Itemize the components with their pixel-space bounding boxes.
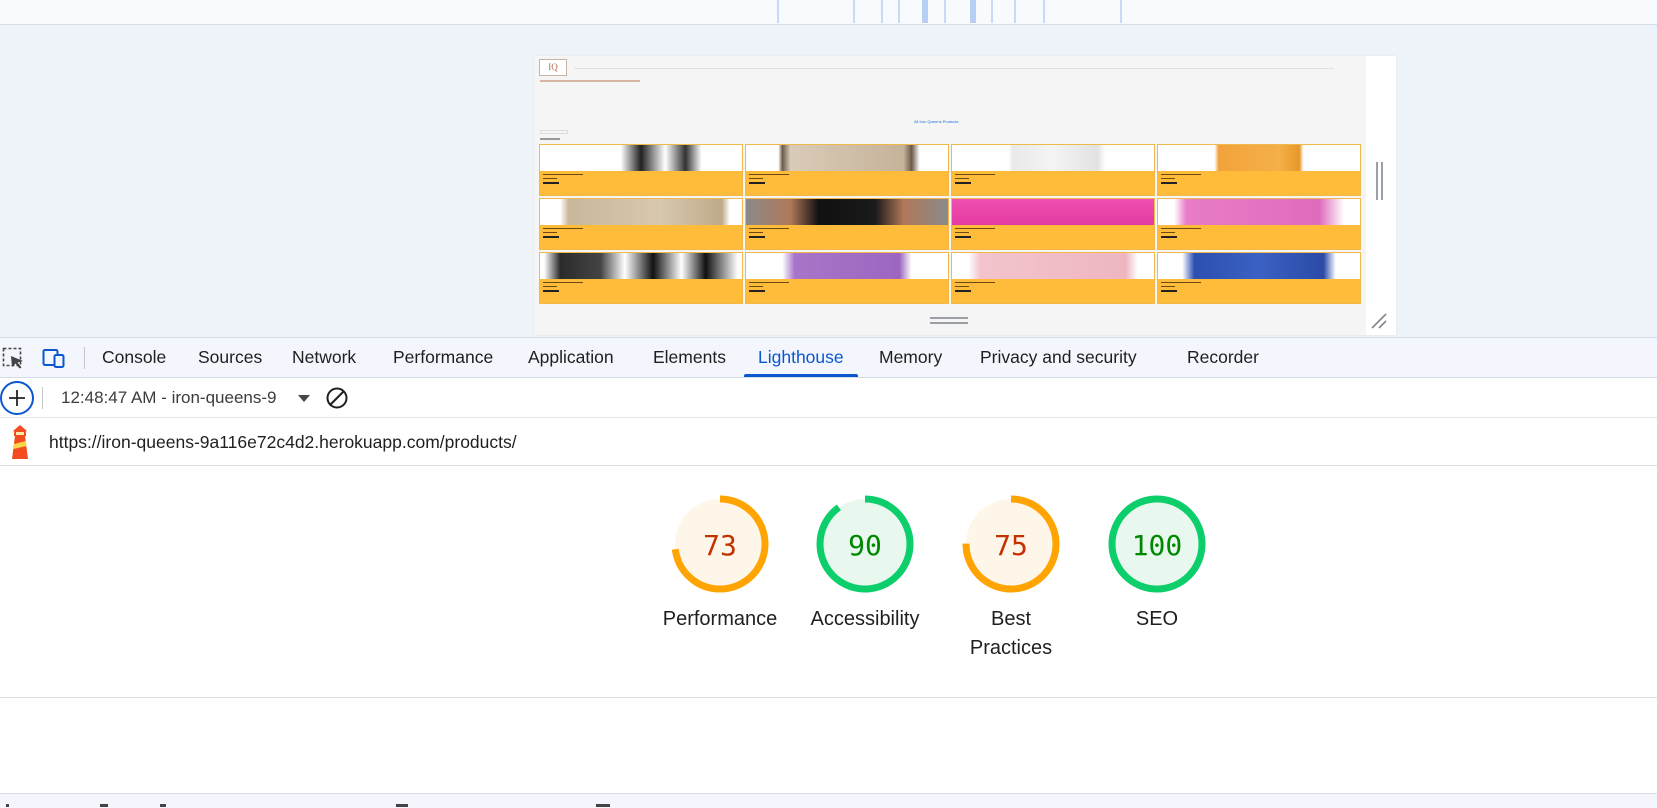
score-label: Performance: [662, 608, 778, 630]
tab-memory[interactable]: Memory: [879, 338, 942, 377]
product-image: [1158, 253, 1360, 279]
timeline-mark: [1014, 0, 1016, 23]
drawer-glyph: [396, 804, 408, 807]
score-ring: 90: [816, 495, 914, 593]
score-value: 75: [994, 529, 1028, 562]
tab-application[interactable]: Application: [528, 338, 614, 377]
product-image: [1158, 145, 1360, 171]
product-image: [540, 145, 742, 171]
score-value: 90: [848, 529, 882, 562]
tab-lighthouse[interactable]: Lighthouse: [744, 338, 858, 377]
lighthouse-logo-icon: [12, 425, 28, 459]
drawer-glyph: [160, 804, 166, 807]
product-card: [1157, 252, 1361, 304]
product-image: [746, 199, 948, 225]
product-grid: [539, 144, 1363, 304]
drawer-glyph: [596, 804, 610, 807]
product-card: [745, 198, 949, 250]
audited-url[interactable]: https://iron-queens-9a116e72c4d2.herokua…: [49, 418, 517, 466]
product-image: [540, 253, 742, 279]
product-image: [746, 253, 948, 279]
product-card: [951, 252, 1155, 304]
product-image: [746, 145, 948, 171]
site-product-count: [540, 138, 560, 140]
product-card: [539, 198, 743, 250]
score-value: 73: [703, 529, 737, 562]
site-page-heading: All Iron Queens Products: [914, 119, 959, 124]
product-card: [745, 144, 949, 196]
product-card: [539, 252, 743, 304]
viewport-corner-resize-icon[interactable]: [1370, 312, 1388, 330]
score-gauge-best-practices[interactable]: 75 Best Practices: [938, 494, 1084, 663]
report-body: [0, 698, 1657, 793]
timeline-mark: [881, 0, 883, 23]
score-ring: 73: [671, 495, 769, 593]
page-screenshot: IQ All Iron Queens Products: [534, 56, 1366, 335]
screenshot-timeline-strip: [0, 0, 1657, 25]
site-logo: IQ: [539, 59, 567, 76]
drawer-glyph: [100, 804, 108, 807]
timeline-mark: [1120, 0, 1122, 23]
score-ring: 100: [1108, 495, 1206, 593]
score-value: 100: [1132, 529, 1183, 562]
timeline-mark: [970, 0, 976, 23]
site-nav: [540, 80, 640, 82]
emulated-page-viewport[interactable]: IQ All Iron Queens Products: [534, 56, 1396, 335]
tab-recorder[interactable]: Recorder: [1187, 338, 1259, 377]
inspect-element-icon[interactable]: [2, 347, 26, 369]
site-sort-select: [540, 130, 568, 134]
product-card: [951, 198, 1155, 250]
timeline-mark: [777, 0, 779, 23]
device-preview-area: IQ All Iron Queens Products: [0, 0, 1657, 337]
product-image: [1158, 199, 1360, 225]
product-card: [1157, 198, 1361, 250]
score-gauge-seo[interactable]: 100 SEO: [1084, 494, 1230, 634]
tab-console[interactable]: Console: [102, 338, 166, 377]
tab-performance[interactable]: Performance: [393, 338, 493, 377]
tab-network[interactable]: Network: [292, 338, 356, 377]
tab-privacy-and-security[interactable]: Privacy and security: [980, 338, 1137, 377]
score-gauge-performance[interactable]: 73 Performance: [647, 494, 793, 634]
product-card: [539, 144, 743, 196]
viewport-height-resize-handle[interactable]: [930, 317, 968, 324]
product-card: [951, 144, 1155, 196]
timeline-mark: [922, 0, 928, 23]
tab-elements[interactable]: Elements: [653, 338, 726, 377]
product-image: [952, 145, 1154, 171]
tabbar-separator: [84, 347, 85, 369]
product-card: [745, 252, 949, 304]
bottom-drawer-bar: [0, 793, 1657, 808]
timeline-mark: [944, 0, 946, 23]
viewport-width-resize-handle[interactable]: [1376, 162, 1383, 200]
score-label: SEO: [1135, 608, 1179, 630]
lighthouse-scores: 73 Performance 90 Accessibility 75 Best …: [0, 467, 1657, 698]
lighthouse-toolbar: 12:48:47 AM - iron-queens-9: [0, 378, 1657, 418]
toolbar-separator: [42, 387, 43, 409]
plus-circle-icon[interactable]: [0, 381, 34, 415]
tab-sources[interactable]: Sources: [198, 338, 262, 377]
product-card: [1157, 144, 1361, 196]
report-url-bar: https://iron-queens-9a116e72c4d2.herokua…: [0, 418, 1657, 466]
score-ring: 75: [962, 495, 1060, 593]
product-image: [540, 199, 742, 225]
timeline-mark: [853, 0, 855, 23]
site-search-bar: [574, 64, 1334, 69]
chevron-down-icon[interactable]: [298, 395, 310, 402]
drawer-glyph: [6, 804, 9, 807]
devtools-tabbar: Console Sources Network Performance Appl…: [0, 337, 1657, 378]
score-label: Accessibility: [810, 608, 920, 630]
product-image: [952, 253, 1154, 279]
timeline-mark: [898, 0, 900, 23]
device-toolbar-icon[interactable]: [42, 347, 66, 369]
clear-block-icon[interactable]: [325, 386, 349, 410]
score-gauge-accessibility[interactable]: 90 Accessibility: [792, 494, 938, 634]
product-image: [952, 199, 1154, 225]
timeline-mark: [991, 0, 993, 23]
score-label: Best Practices: [969, 608, 1053, 659]
timeline-mark: [1043, 0, 1045, 23]
report-select[interactable]: 12:48:47 AM - iron-queens-9: [61, 378, 276, 418]
